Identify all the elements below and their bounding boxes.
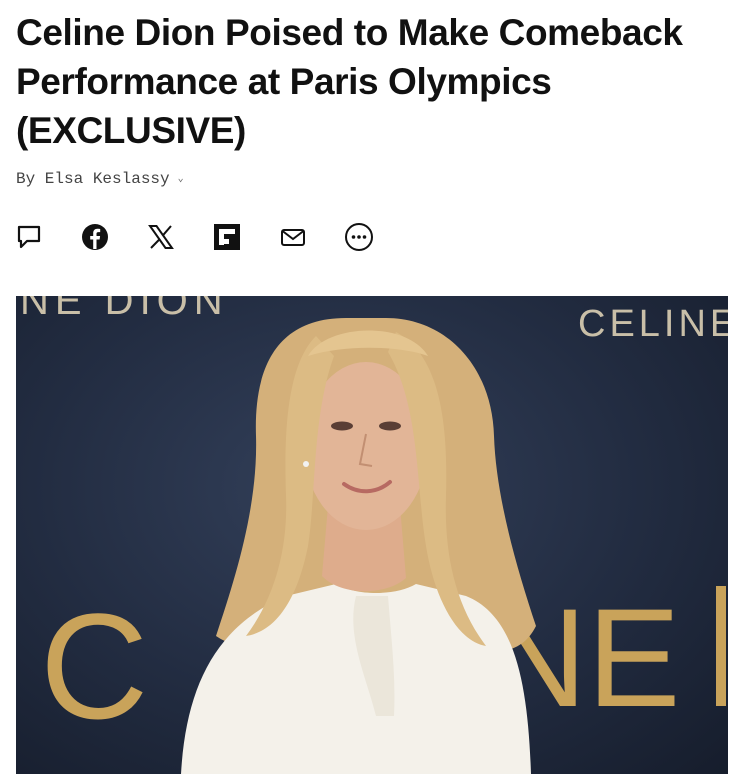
- hero-photo: NE DION CELINE C NE: [16, 296, 728, 774]
- chevron-down-icon[interactable]: ⌄: [178, 173, 184, 185]
- left-eye: [331, 421, 353, 431]
- more-icon[interactable]: [344, 222, 374, 252]
- author-name[interactable]: By Elsa Keslassy: [16, 170, 170, 188]
- flipboard-icon[interactable]: [212, 222, 242, 252]
- article-headline: Celine Dion Poised to Make Comeback Perf…: [16, 8, 736, 155]
- earring: [303, 461, 309, 467]
- backdrop-bar-right: [716, 586, 726, 706]
- email-icon[interactable]: [278, 222, 308, 252]
- backdrop-text-top-left: NE DION: [20, 296, 229, 323]
- comment-icon[interactable]: [14, 222, 44, 252]
- headline-line-3: (EXCLUSIVE): [16, 110, 246, 151]
- backdrop-text-top-right: CELINE: [578, 303, 728, 345]
- headline-line-1: Celine Dion Poised to Make Comeback: [16, 12, 683, 53]
- right-eye: [379, 421, 401, 431]
- author-byline[interactable]: By Elsa Keslassy ⌄: [16, 170, 184, 188]
- share-bar: [14, 222, 374, 252]
- x-icon[interactable]: [146, 222, 176, 252]
- facebook-icon[interactable]: [80, 222, 110, 252]
- headline-line-2: Performance at Paris Olympics: [16, 61, 552, 102]
- backdrop-letter-left: C: [40, 582, 148, 750]
